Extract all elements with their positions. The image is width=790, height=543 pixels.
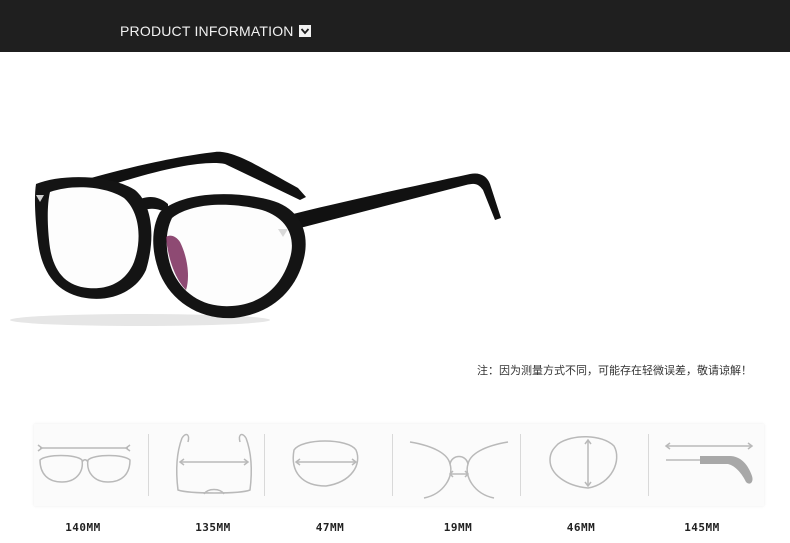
temple-length-label: 145MM — [684, 521, 720, 534]
measurement-diagram-strip — [34, 424, 764, 506]
lens-height-icon — [532, 424, 648, 506]
temple-length-icon — [660, 424, 776, 506]
bridge-width-icon — [404, 424, 520, 506]
bridge-width-label: 19MM — [443, 521, 473, 534]
header-bar: PRODUCT INFORMATION — [0, 0, 790, 52]
temple-spread-label: 135MM — [195, 521, 231, 534]
lens-width-label: 47MM — [315, 521, 345, 534]
product-photo — [0, 52, 790, 392]
section-title: PRODUCT INFORMATION — [120, 23, 294, 39]
measurement-disclaimer: 注：因为测量方式不同，可能存在轻微误差，敬请谅解！ — [477, 364, 752, 377]
chevron-down-icon[interactable] — [299, 25, 311, 37]
frame-width-icon — [34, 424, 150, 506]
lens-height-label: 46MM — [566, 521, 596, 534]
frame-width-label: 140MM — [65, 521, 101, 534]
lens-width-icon — [278, 424, 394, 506]
temple-spread-icon — [160, 424, 276, 506]
